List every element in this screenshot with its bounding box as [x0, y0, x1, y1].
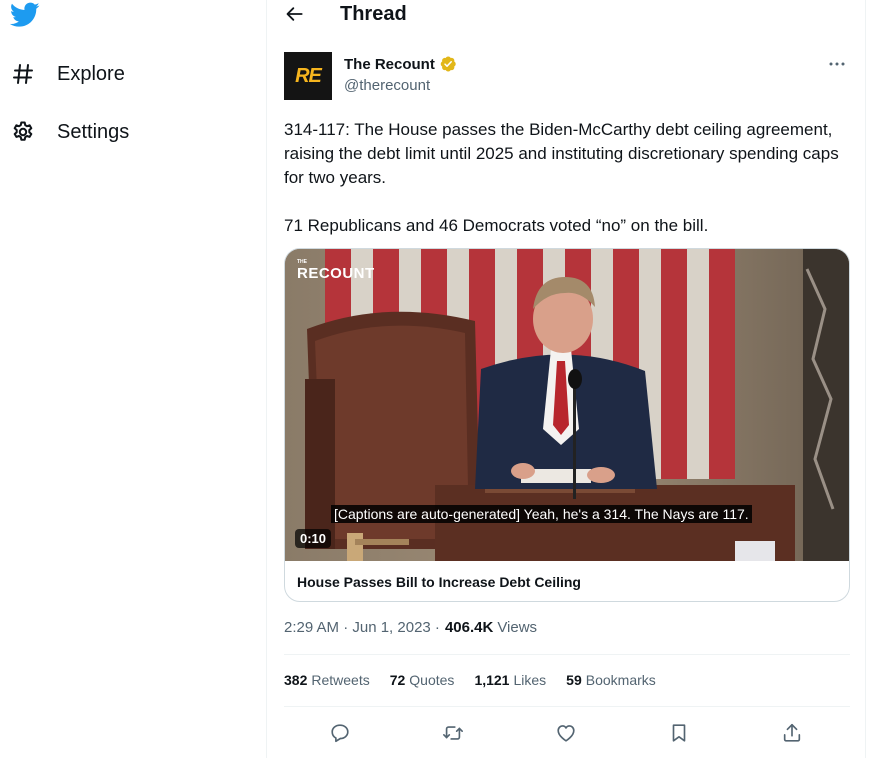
more-options-button[interactable]	[827, 54, 847, 74]
divider	[284, 706, 850, 707]
likes-label: Likes	[513, 672, 547, 688]
tweet-timestamp[interactable]: 2:29 AM · Jun 1, 2023 ·	[284, 619, 440, 636]
back-button[interactable]	[283, 2, 307, 26]
quotes-count: 72	[389, 672, 406, 688]
avatar[interactable]: RE	[284, 52, 332, 100]
left-sidebar: Explore Settings	[0, 0, 266, 758]
avatar-logo-text: RE	[295, 64, 322, 87]
video-watermark-text: RECOUNT	[297, 265, 375, 282]
likes-count: 1,121	[474, 672, 510, 688]
twitter-bird-icon[interactable]	[9, 2, 40, 28]
bookmark-icon	[672, 724, 686, 742]
video-duration-badge: 0:10	[295, 529, 332, 548]
hashtag-icon	[10, 61, 36, 87]
bookmark-button[interactable]	[662, 718, 696, 748]
video-caption: [Captions are auto-generated] Yeah, he's…	[331, 505, 752, 523]
gear-icon	[10, 119, 36, 145]
views-label: Views	[497, 619, 538, 636]
author-handle[interactable]: @therecount	[344, 77, 430, 94]
bookmarks-count: 59	[566, 672, 582, 688]
divider	[284, 654, 850, 655]
views-count: 406.4K	[444, 619, 494, 636]
retweets-count: 382	[284, 672, 308, 688]
tweet-meta: 2:29 AM · Jun 1, 2023 · 406.4K Views	[284, 619, 537, 636]
thread-column: Thread RE The Recount @therecount 314-11…	[266, 0, 866, 758]
author-name[interactable]: The Recount	[344, 55, 457, 73]
retweet-button[interactable]	[436, 718, 470, 748]
bookmarks-label: Bookmarks	[585, 672, 656, 688]
sidebar-item-label: Explore	[57, 62, 125, 85]
tweet-stats: 382 Retweets 72 Quotes 1,121 Likes 59 Bookma…	[284, 672, 676, 688]
verified-badge-icon	[440, 56, 456, 72]
tweet-text: 314-117: The House passes the Biden-McCa…	[284, 120, 839, 235]
author-name-text: The Recount	[344, 55, 435, 73]
share-button[interactable]	[775, 718, 809, 748]
retweets-stat[interactable]: 382 Retweets	[284, 672, 370, 688]
thread-header: Thread	[267, 0, 865, 30]
reply-icon	[331, 724, 349, 743]
more-dots-icon	[829, 62, 845, 66]
bookmarks-stat[interactable]: 59 Bookmarks	[566, 672, 656, 688]
video-title[interactable]: House Passes Bill to Increase Debt Ceili…	[297, 574, 581, 590]
quotes-stat[interactable]: 72 Quotes	[390, 672, 455, 688]
likes-stat[interactable]: 1,121 Likes	[474, 672, 546, 688]
video-card[interactable]: THE RECOUNT [Captions are auto-generated…	[284, 248, 850, 602]
sidebar-item-label: Settings	[57, 120, 130, 143]
video-watermark: THE RECOUNT	[297, 259, 375, 282]
page-title: Thread	[340, 3, 407, 25]
retweet-icon	[443, 726, 463, 740]
action-bar	[284, 718, 850, 748]
arrow-left-icon	[286, 7, 303, 21]
heart-icon	[557, 725, 575, 742]
quotes-label: Quotes	[409, 672, 455, 688]
sidebar-item-explore[interactable]: Explore	[10, 59, 125, 89]
video-player[interactable]: THE RECOUNT [Captions are auto-generated…	[285, 249, 849, 561]
reply-button[interactable]	[323, 718, 357, 748]
share-icon	[783, 723, 801, 742]
like-button[interactable]	[549, 718, 583, 748]
retweets-label: Retweets	[311, 672, 370, 688]
sidebar-item-settings[interactable]: Settings	[10, 117, 129, 147]
